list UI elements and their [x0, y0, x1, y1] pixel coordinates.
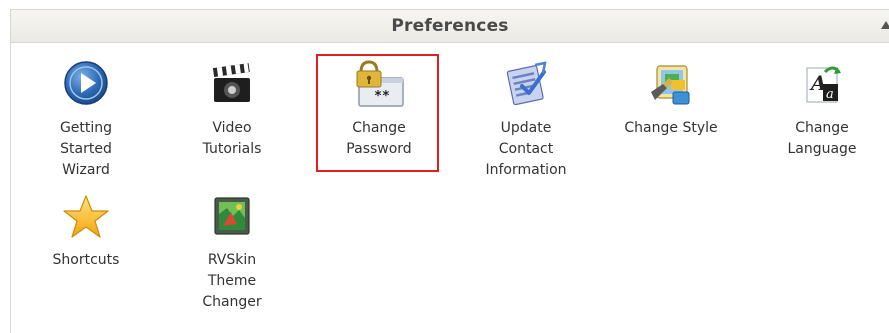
panel-header[interactable]: Preferences — [11, 10, 889, 43]
collapse-arrow-icon[interactable] — [881, 21, 889, 29]
clapperboard-icon — [212, 63, 250, 102]
theme-changer-icon — [214, 197, 250, 235]
update-contact-information-link[interactable]: Update Contact Information — [470, 60, 582, 188]
language-icon: A a — [806, 66, 841, 103]
svg-text:a: a — [826, 87, 834, 102]
palette-icon — [651, 65, 690, 105]
change-language-link[interactable]: A a Change Language — [770, 60, 874, 170]
change-style-link[interactable]: Change Style — [608, 60, 734, 150]
shortcuts-label: Shortcuts — [52, 252, 120, 268]
change-password-highlight — [316, 54, 439, 172]
contact-update-icon — [506, 61, 547, 106]
update-contact-information-label: Update Contact Information — [485, 120, 567, 178]
getting-started-wizard-link[interactable]: Getting Started Wizard — [38, 60, 134, 188]
play-circle-icon — [64, 61, 108, 105]
preferences-panel: Preferences — [10, 9, 889, 333]
panel-title: Preferences — [391, 16, 509, 36]
star-icon — [63, 195, 109, 238]
rvskin-theme-changer-label: RVSkin Theme Changer — [202, 252, 262, 310]
video-tutorials-label: Video Tutorials — [202, 120, 262, 157]
change-style-label: Change Style — [624, 120, 718, 136]
video-tutorials-link[interactable]: Video Tutorials — [184, 60, 280, 170]
rvskin-theme-changer-link[interactable]: RVSkin Theme Changer — [184, 194, 280, 318]
getting-started-wizard-label: Getting Started Wizard — [59, 120, 113, 178]
shortcuts-link[interactable]: Shortcuts — [38, 194, 134, 274]
change-language-label: Change Language — [787, 120, 857, 157]
